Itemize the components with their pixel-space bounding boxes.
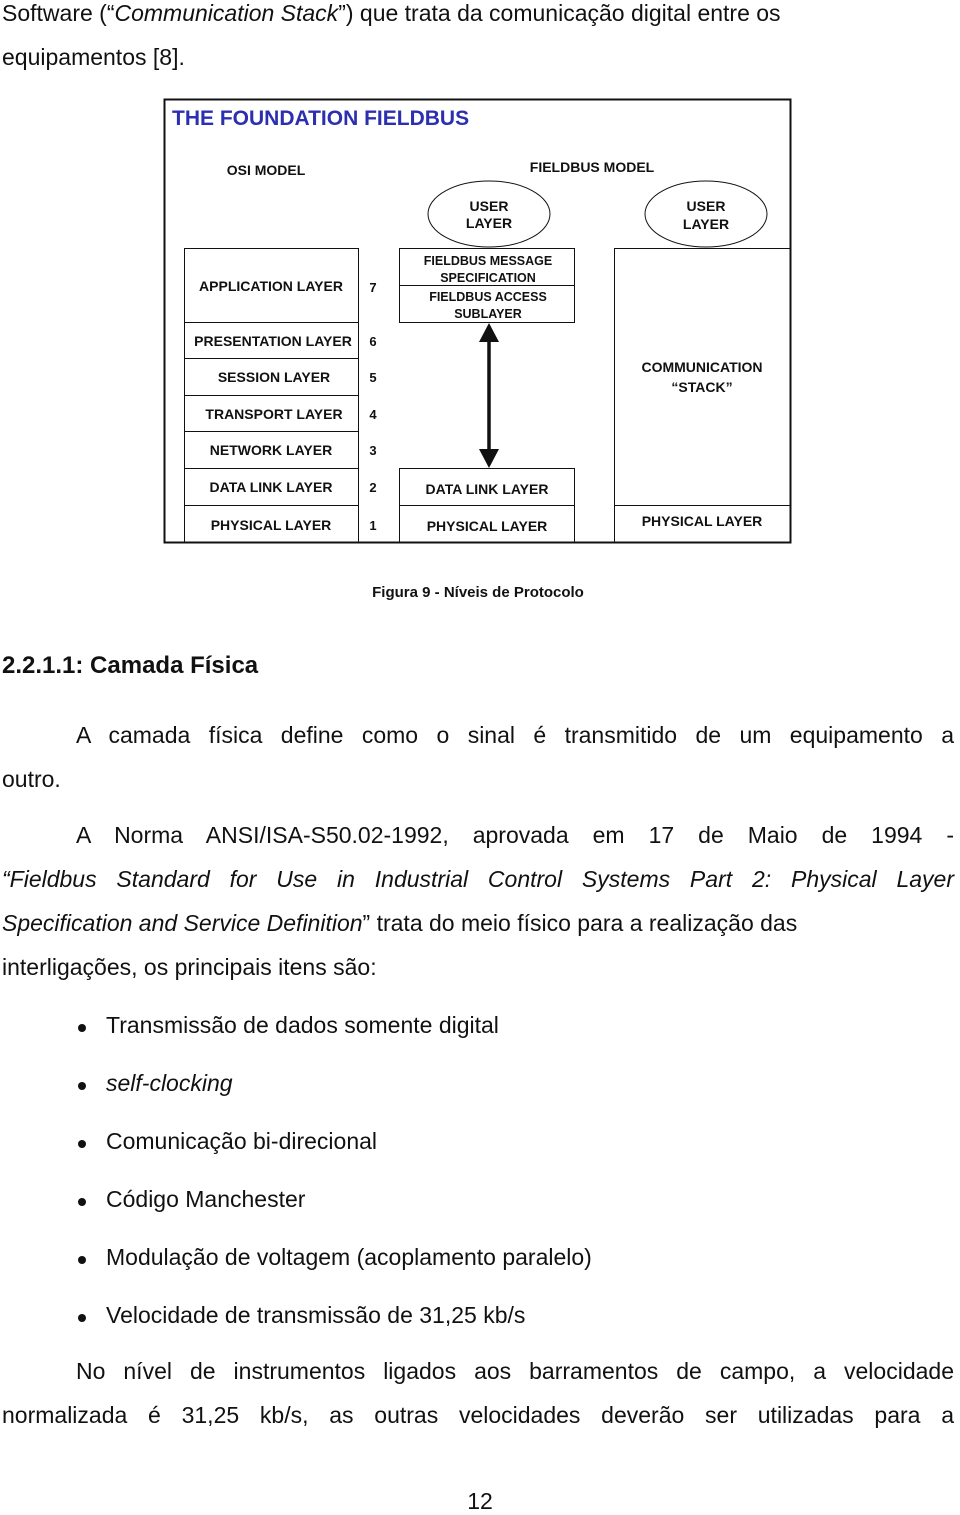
osi-layer-7-label: APPLICATION LAYER [199,278,343,294]
fas-label-line1: FIELDBUS ACCESS [429,290,547,304]
arrow-head-up-icon [479,323,499,342]
stack-user-layer-line2: LAYER [683,216,729,232]
communication-stack-box [614,248,791,506]
bullet-icon [78,1256,86,1264]
osi-layer-6-label: PRESENTATION LAYER [194,333,352,349]
osi-layer-1-number: 1 [369,518,376,533]
fieldbus-user-layer-line1: USER [470,198,509,214]
fieldbus-model: USER LAYER FIELDBUS MESSAGE SPECIFICATIO… [399,180,575,543]
fms-label-line1: FIELDBUS MESSAGE [424,254,553,268]
para2-line1: A Norma ANSI/ISA-S50.02-1992, aprovada e… [76,822,954,849]
page-number: 12 [467,1488,493,1514]
para2-line3: Specification and Service Definition” tr… [2,910,954,937]
osi-layer-1-label: PHYSICAL LAYER [211,517,332,533]
fieldbus-model-heading: FIELDBUS MODEL [530,159,655,175]
fieldbus-user-layer-ellipse [427,180,551,248]
para2-line1-text: A Norma ANSI/ISA-S50.02-1992, aprovada e… [76,822,954,848]
para3-line1-text: No nível de instrumentos ligados aos bar… [76,1358,954,1384]
fieldbus-data-link-label: DATA LINK LAYER [426,481,549,497]
para2-line2-text: “Fieldbus Standard for Use in Industrial… [2,866,954,892]
para2-line4: interligações, os principais itens são: [2,954,377,980]
osi-model-heading: OSI MODEL [227,162,306,178]
para2-line3-italic: Specification and Service Definition [2,910,363,936]
fms-label-line2: SPECIFICATION [440,271,536,285]
para1-line1-text: A camada física define como o sinal é tr… [76,722,954,748]
fieldbus-user-layer-line2: LAYER [466,215,512,231]
bullet-icon [78,1140,86,1148]
list-item-text: Velocidade de transmissão de 31,25 kb/s [106,1302,526,1328]
osi-layer-4-label: TRANSPORT LAYER [205,406,342,422]
osi-layer-2-label: DATA LINK LAYER [210,479,333,495]
bullet-icon [78,1024,86,1032]
arrow-head-down-icon [479,449,499,468]
fieldbus-physical-label: PHYSICAL LAYER [427,518,548,534]
para2-line3-text: Specification and Service Definition” tr… [2,910,954,937]
osi-stack: APPLICATION LAYER PRESENTATION LAYER SES… [184,248,377,543]
bullet-icon [78,1082,86,1090]
osi-layer-6-number: 6 [369,334,376,349]
foundation-fieldbus-diagram: THE FOUNDATION FIELDBUS OSI MODEL FIELDB… [163,98,792,544]
list-item-text: Transmissão de dados somente digital [106,1012,499,1038]
osi-layer-7-number: 7 [369,280,376,295]
osi-layer-3-number: 3 [369,443,376,458]
stack-physical-label: PHYSICAL LAYER [642,513,763,529]
para2-line2: “Fieldbus Standard for Use in Industrial… [2,866,954,893]
para2-line3-rest: ” trata do meio físico para a realização… [362,910,798,936]
stack-user-layer-line1: USER [687,198,726,214]
stack-user-layer-ellipse [644,180,768,248]
fas-label-line2: SUBLAYER [454,307,522,321]
bullet-icon [78,1198,86,1206]
para1-line1: A camada física define como o sinal é tr… [76,722,954,749]
osi-layer-5-label: SESSION LAYER [218,369,330,385]
list-item-text: Código Manchester [106,1186,306,1212]
list-item-text: Comunicação bi-direcional [106,1128,378,1154]
list-item-text: Modulação de voltagem (acoplamento paral… [106,1244,592,1270]
para3-line2-text: normalizada é 31,25 kb/s, as outras velo… [2,1402,954,1428]
communication-stack-label-line1: COMMUNICATION [641,359,762,375]
osi-layer-4-number: 4 [369,407,377,422]
bullet-icon [78,1314,86,1322]
osi-layer-5-number: 5 [369,370,376,385]
figure-caption: Figura 9 - Níveis de Protocolo [0,584,960,601]
para1-line2: outro. [2,766,61,792]
communication-stack-model: USER LAYER COMMUNICATION “STACK” PHYSICA… [614,180,791,543]
diagram-title: THE FOUNDATION FIELDBUS [172,107,469,130]
para3-line2: normalizada é 31,25 kb/s, as outras velo… [2,1402,954,1429]
osi-layer-2-number: 2 [369,480,376,495]
figure-caption-text: Figura 9 - Níveis de Protocolo [372,584,584,601]
osi-layer-3-label: NETWORK LAYER [210,442,332,458]
list-item-text: self-clocking [106,1070,233,1096]
section-heading: 2.2.1.1: Camada Física [2,652,259,679]
para3-line1: No nível de instrumentos ligados aos bar… [76,1358,954,1385]
communication-stack-label-line2: “STACK” [671,379,732,395]
